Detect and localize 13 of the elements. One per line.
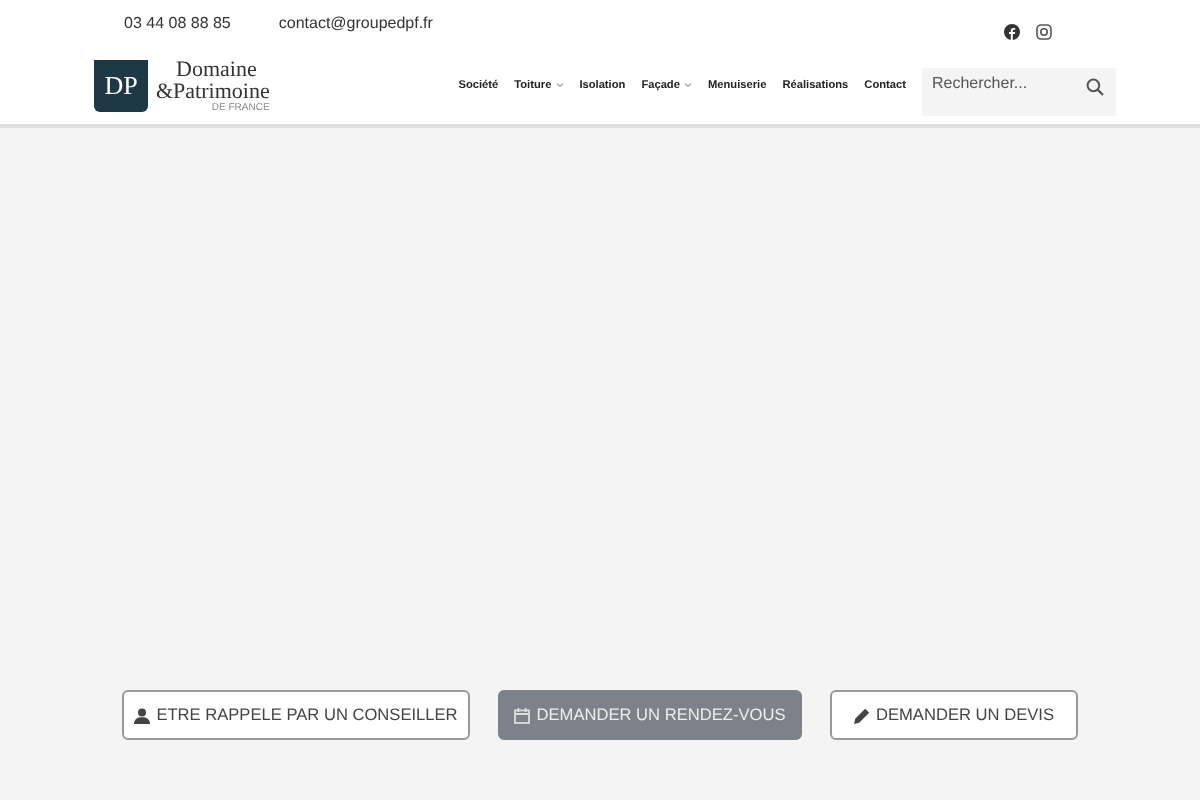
facebook-icon[interactable] xyxy=(1004,24,1020,40)
logo-text: &Patrimoine xyxy=(156,81,270,103)
action-button[interactable]: DEMANDER UN DEVIS xyxy=(830,690,1078,740)
email-link[interactable]: contact@groupedpf.fr xyxy=(278,12,433,36)
search-icon[interactable] xyxy=(1086,78,1104,97)
action-button[interactable]: ETRE RAPPELE PAR UN CONSEILLER xyxy=(122,690,470,740)
logo-text: Domaine xyxy=(174,59,259,81)
instagram-icon[interactable] xyxy=(1036,24,1052,40)
user-icon xyxy=(134,707,151,723)
calendar-icon xyxy=(514,707,531,723)
monogram-logo: DP xyxy=(94,60,148,112)
pencil-icon xyxy=(854,707,870,723)
phone-number[interactable]: 03 44 08 88 85 xyxy=(124,12,231,36)
